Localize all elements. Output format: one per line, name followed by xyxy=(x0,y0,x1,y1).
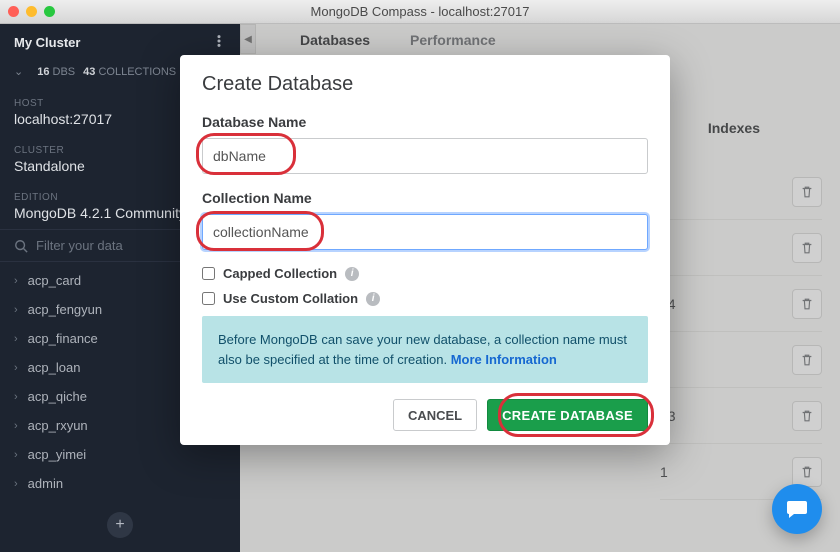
info-icon[interactable]: i xyxy=(345,267,359,281)
create-database-modal: Create Database Database Name Collection… xyxy=(180,55,670,445)
titlebar: MongoDB Compass - localhost:27017 xyxy=(0,0,840,24)
capped-label: Capped Collection xyxy=(223,266,337,281)
sidebar-item-label: acp_rxyun xyxy=(28,418,88,433)
collection-name-input[interactable] xyxy=(202,214,648,250)
info-icon[interactable]: i xyxy=(366,292,380,306)
info-notice: Before MongoDB can save your new databas… xyxy=(202,316,648,383)
sidebar-item-label: acp_fengyun xyxy=(28,302,102,317)
chevron-right-icon: › xyxy=(14,333,18,345)
chat-icon xyxy=(785,497,809,521)
search-placeholder: Filter your data xyxy=(36,238,123,253)
notice-text: Before MongoDB can save your new databas… xyxy=(218,332,627,367)
dbs-count: 16 xyxy=(37,66,49,78)
capped-collection-checkbox[interactable]: Capped Collection i xyxy=(202,266,648,281)
chevron-right-icon: › xyxy=(14,391,18,403)
collation-checkbox-input[interactable] xyxy=(202,292,215,305)
collections-label: COLLECTIONS xyxy=(98,66,176,78)
custom-collation-checkbox[interactable]: Use Custom Collation i xyxy=(202,291,648,306)
window-title: MongoDB Compass - localhost:27017 xyxy=(0,4,840,19)
chevron-right-icon: › xyxy=(14,478,18,490)
collation-label: Use Custom Collation xyxy=(223,291,358,306)
chevron-right-icon: › xyxy=(14,304,18,316)
chevron-right-icon: › xyxy=(14,449,18,461)
sidebar-item[interactable]: › admin xyxy=(0,469,240,498)
sidebar-item-label: acp_card xyxy=(28,273,81,288)
capped-checkbox-input[interactable] xyxy=(202,267,215,280)
chevron-right-icon: › xyxy=(14,362,18,374)
collection-name-label: Collection Name xyxy=(202,190,648,206)
create-database-button[interactable]: CREATE DATABASE xyxy=(487,399,648,431)
sidebar-item-label: acp_qiche xyxy=(28,389,87,404)
chevron-right-icon: › xyxy=(14,275,18,287)
sidebar-menu-icon[interactable] xyxy=(212,34,226,51)
sidebar-item-label: acp_yimei xyxy=(28,447,87,462)
add-database-button[interactable]: + xyxy=(107,512,133,538)
database-name-label: Database Name xyxy=(202,114,648,130)
collections-count: 43 xyxy=(83,66,95,78)
sidebar-item-label: admin xyxy=(28,476,63,491)
sidebar-item-label: acp_finance xyxy=(28,331,98,346)
cancel-button[interactable]: CANCEL xyxy=(393,399,477,431)
dbs-label: DBS xyxy=(53,66,76,78)
chevron-right-icon: › xyxy=(14,420,18,432)
sidebar-item-label: acp_loan xyxy=(28,360,81,375)
cluster-name: My Cluster xyxy=(14,35,80,50)
modal-title: Create Database xyxy=(202,73,648,96)
search-icon xyxy=(14,239,28,253)
database-name-input[interactable] xyxy=(202,138,648,174)
chevron-down-icon: ⌄ xyxy=(14,65,23,78)
support-chat-button[interactable] xyxy=(772,484,822,534)
more-information-link[interactable]: More Information xyxy=(451,352,557,367)
